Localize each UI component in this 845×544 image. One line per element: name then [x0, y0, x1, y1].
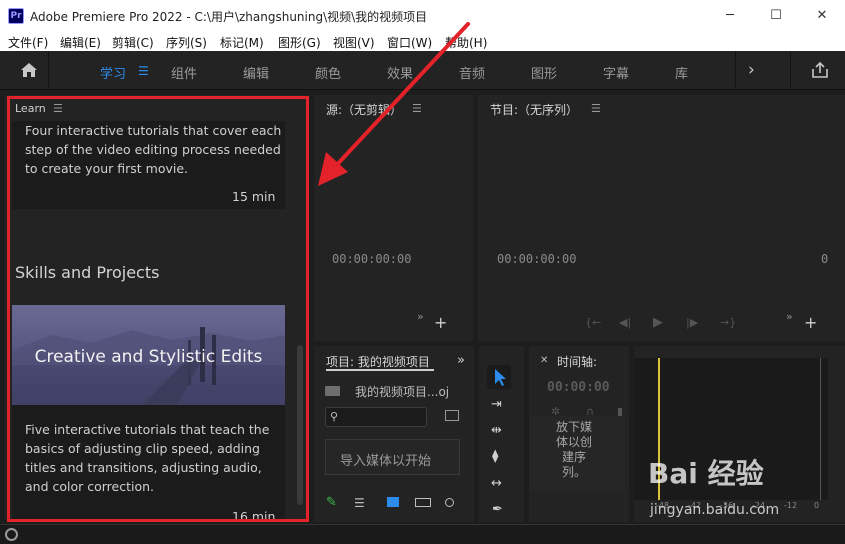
divider	[48, 51, 49, 90]
annotation-arrow-icon	[318, 22, 470, 186]
close-tab-icon[interactable]: ✕	[540, 356, 548, 366]
timeline-timecode[interactable]: 00:00:00	[547, 380, 610, 395]
drop-hint-line: 建序	[561, 450, 586, 464]
workspace-tab-assembly[interactable]: 组件	[171, 63, 197, 82]
zoom-slider[interactable]	[445, 498, 454, 507]
project-panel-title: 项目: 我的视频项目	[326, 355, 430, 369]
overflow-icon[interactable]: »	[417, 311, 424, 322]
menu-file[interactable]: 文件(F)	[8, 34, 48, 51]
folder-icon	[325, 386, 340, 396]
mark-in-icon[interactable]: {←	[585, 317, 601, 328]
project-panel: 项目: 我的视频项目 » 我的视频项目...oj ⚲ 导入媒体以开始 ✎ ☰	[314, 346, 474, 522]
program-duration: 0	[821, 252, 829, 266]
workspace-tab-libraries[interactable]: 库	[675, 63, 688, 82]
menu-markers[interactable]: 标记(M)	[220, 34, 264, 51]
drop-hint-line: 列。	[561, 465, 586, 479]
close-button[interactable]: ✕	[799, 0, 845, 31]
play-icon[interactable]: ▶	[653, 316, 663, 329]
overflow-icon[interactable]: »	[457, 354, 465, 367]
program-monitor-panel: 节目:（无序列） ☰ 00:00:00:00 0 {← ◀| ▶ |▶ →} »…	[478, 95, 845, 341]
workspace-tab-learn[interactable]: 学习	[100, 63, 126, 82]
premiere-logo: Pr	[8, 8, 24, 24]
drop-hint-line: 放下媒	[555, 420, 592, 434]
project-filename: 我的视频项目...oj	[355, 385, 450, 399]
highlight-box	[7, 96, 309, 522]
import-media-hint: 导入媒体以开始	[340, 454, 432, 469]
add-button-icon[interactable]: +	[434, 315, 447, 331]
workspace-tab-captions[interactable]: 字幕	[603, 63, 629, 82]
add-button-icon[interactable]: +	[804, 315, 817, 331]
icon-view-icon[interactable]	[387, 497, 399, 507]
workspace-tab-graphics[interactable]: 图形	[531, 63, 557, 82]
timeline-panel: ✕ 时间轴: 00:00:00 ✲ ∩ ▮ 放下媒 体以创 建序 列。	[529, 346, 629, 522]
menu-edit[interactable]: 编辑(E)	[60, 34, 101, 51]
minimize-button[interactable]: ─	[707, 0, 753, 31]
status-icon[interactable]	[5, 528, 18, 541]
overflow-icon[interactable]: »	[786, 311, 793, 322]
slip-tool-icon[interactable]: ↔	[491, 477, 502, 490]
timeline-drop-hint: 放下媒 体以创 建序 列。	[529, 420, 619, 480]
menu-sequence[interactable]: 序列(S)	[166, 34, 207, 51]
freeform-view-icon[interactable]	[415, 498, 431, 507]
maximize-button[interactable]: ☐	[753, 0, 799, 31]
pen-tool-icon[interactable]: ✒	[492, 503, 503, 516]
step-back-icon[interactable]: ◀|	[619, 317, 631, 328]
workspace-tab-editing[interactable]: 编辑	[243, 63, 269, 82]
divider	[790, 51, 791, 90]
premiere-window: { "titlebar": { "logo_text": "Pr", "titl…	[0, 0, 845, 544]
selection-tool[interactable]	[487, 365, 511, 389]
export-icon[interactable]	[811, 61, 829, 82]
program-monitor-title: 节目:（无序列）	[490, 103, 579, 117]
more-workspaces-icon[interactable]: ›	[748, 60, 755, 80]
mark-out-icon[interactable]: →}	[720, 317, 736, 328]
razor-tool-icon[interactable]: ⧫	[492, 450, 498, 463]
import-media-drop-zone[interactable]: 导入媒体以开始	[325, 439, 460, 475]
new-bin-icon[interactable]	[445, 410, 459, 421]
pencil-icon[interactable]: ✎	[326, 496, 337, 509]
ripple-edit-tool-icon[interactable]: ⇹	[491, 424, 502, 437]
workspace-menu-icon[interactable]: ☰	[138, 64, 149, 78]
project-search-input[interactable]: ⚲	[325, 407, 427, 427]
drop-hint-line: 体以创	[555, 435, 592, 449]
source-timecode[interactable]: 00:00:00:00	[332, 252, 411, 266]
track-select-tool-icon[interactable]: ⇥	[491, 398, 502, 411]
status-bar	[0, 524, 845, 544]
panel-menu-icon[interactable]: ☰	[591, 102, 601, 115]
program-timecode[interactable]: 00:00:00:00	[497, 252, 576, 266]
active-tab-underline	[326, 369, 434, 371]
watermark-brand: Bai 经验	[648, 457, 764, 490]
timeline-drop-area[interactable]: 放下媒 体以创 建序 列。	[529, 416, 625, 492]
menu-clip[interactable]: 剪辑(C)	[112, 34, 154, 51]
tools-panel: ⇥ ⇹ ⧫ ↔ ✒	[479, 346, 524, 522]
search-icon: ⚲	[330, 410, 339, 423]
timeline-title: 时间轴:	[557, 355, 598, 369]
list-view-icon[interactable]: ☰	[354, 497, 365, 509]
watermark: Bai 经验 jingyan.baidu.com	[648, 452, 838, 522]
watermark-url: jingyan.baidu.com	[650, 502, 780, 518]
step-forward-icon[interactable]: |▶	[686, 317, 698, 328]
home-icon[interactable]	[20, 62, 38, 82]
divider	[735, 51, 736, 90]
